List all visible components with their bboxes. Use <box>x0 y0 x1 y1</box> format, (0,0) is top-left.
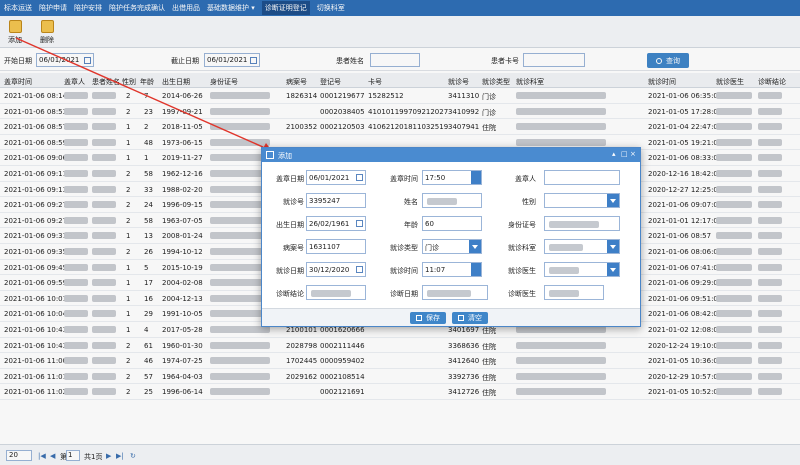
diag-doctor-input[interactable] <box>544 285 604 300</box>
id-label: 身份证号 <box>508 221 536 229</box>
stamp-time-value: 17:50 <box>425 174 446 182</box>
visit-type-value: 门诊 <box>425 244 439 252</box>
time-spinner[interactable] <box>471 263 481 276</box>
time-spinner[interactable] <box>471 171 481 184</box>
clear-button[interactable]: 清空 <box>452 312 488 324</box>
name-label: 姓名 <box>404 198 418 206</box>
visit-no-input[interactable]: 3395247 <box>306 193 366 208</box>
dept-select[interactable] <box>544 239 620 254</box>
chevron-down-icon <box>469 240 481 253</box>
calendar-icon[interactable] <box>356 220 363 227</box>
id-input[interactable] <box>544 216 620 231</box>
mrn-label: 病案号 <box>283 244 304 252</box>
chevron-down-icon <box>607 194 619 207</box>
calendar-icon[interactable] <box>356 174 363 181</box>
diag-doctor-label: 诊断医生 <box>508 290 536 298</box>
visit-type-label: 就诊类型 <box>390 244 418 252</box>
birth-label: 出生日期 <box>276 221 304 229</box>
visit-date-value: 30/12/2020 <box>309 266 350 274</box>
redacted-text <box>427 290 471 297</box>
age-input[interactable]: 60 <box>422 216 482 231</box>
birth-value: 26/02/1961 <box>309 220 350 228</box>
gender-select[interactable] <box>544 193 620 208</box>
calendar-icon[interactable] <box>356 266 363 273</box>
doctor-label: 就诊医生 <box>508 267 536 275</box>
visit-time-label: 就诊时间 <box>390 267 418 275</box>
name-input[interactable] <box>422 193 482 208</box>
diagnosis-input[interactable] <box>306 285 366 300</box>
age-label: 年龄 <box>404 221 418 229</box>
add-dialog: 添加 ▴ □ × 盖章日期 06/01/2021 盖章时间 17:50 盖章人 … <box>261 147 641 327</box>
diagnosis-label: 诊断结论 <box>276 290 304 298</box>
gender-label: 性别 <box>522 198 536 206</box>
chevron-down-icon <box>607 240 619 253</box>
stamp-date-input[interactable]: 06/01/2021 <box>306 170 366 185</box>
redacted-text <box>311 290 351 297</box>
redacted-text <box>427 198 457 205</box>
chevron-down-icon <box>607 263 619 276</box>
redacted-text <box>549 244 583 251</box>
maximize-icon[interactable]: □ <box>621 150 628 158</box>
visit-date-label: 就诊日期 <box>276 267 304 275</box>
dialog-title: 添加 <box>278 152 292 160</box>
collapse-icon[interactable]: ▴ <box>612 150 616 158</box>
clear-icon <box>458 315 464 321</box>
redacted-text <box>549 290 579 297</box>
dialog-header: 添加 ▴ □ × <box>262 148 640 162</box>
stamp-date-value: 06/01/2021 <box>309 174 350 182</box>
diag-date-input[interactable] <box>422 285 488 300</box>
stamp-date-label: 盖章日期 <box>276 175 304 183</box>
birth-input[interactable]: 26/02/1961 <box>306 216 366 231</box>
dialog-footer: 保存 清空 <box>262 308 640 326</box>
stamp-time-input[interactable]: 17:50 <box>422 170 482 185</box>
diag-date-label: 诊断日期 <box>390 290 418 298</box>
stamp-person-label: 盖章人 <box>515 175 536 183</box>
save-label: 保存 <box>426 314 440 322</box>
dept-label: 就诊科室 <box>508 244 536 252</box>
visit-time-value: 11:07 <box>425 266 446 274</box>
stamp-time-label: 盖章时间 <box>390 175 418 183</box>
doctor-select[interactable] <box>544 262 620 277</box>
clear-label: 清空 <box>468 314 482 322</box>
redacted-text <box>549 267 579 274</box>
save-icon <box>416 315 422 321</box>
stamp-person-input[interactable] <box>544 170 620 185</box>
close-icon[interactable]: × <box>630 150 636 158</box>
visit-date-input[interactable]: 30/12/2020 <box>306 262 366 277</box>
save-button[interactable]: 保存 <box>410 312 446 324</box>
visit-type-select[interactable]: 门诊 <box>422 239 482 254</box>
dialog-icon <box>266 151 274 159</box>
redacted-text <box>549 221 599 228</box>
mrn-input[interactable]: 1631107 <box>306 239 366 254</box>
arrow-line <box>15 37 273 152</box>
visit-no-label: 就诊号 <box>283 198 304 206</box>
visit-time-input[interactable]: 11:07 <box>422 262 482 277</box>
